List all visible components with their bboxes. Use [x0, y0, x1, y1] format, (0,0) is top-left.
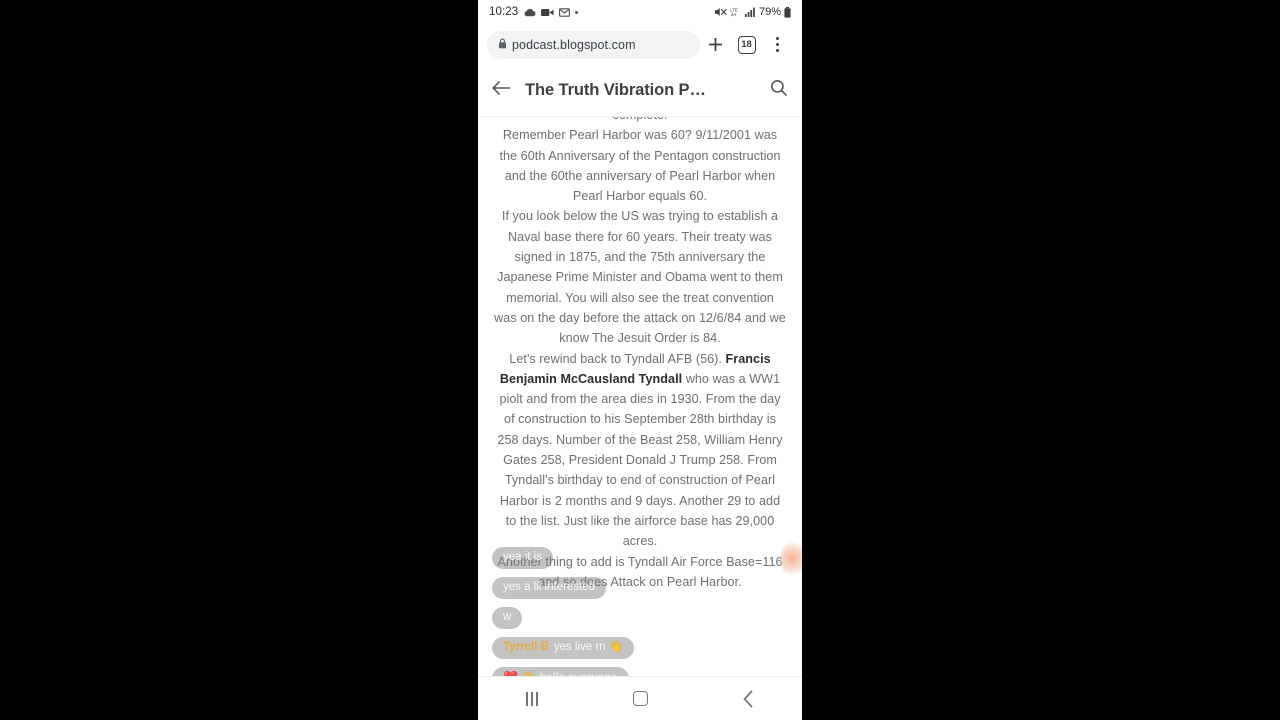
paragraph-0: complete. [494, 117, 786, 125]
search-icon[interactable] [770, 79, 788, 102]
new-tab-button[interactable] [700, 29, 731, 60]
recents-icon [525, 691, 539, 706]
home-button[interactable] [614, 677, 666, 720]
address-bar[interactable]: podcast.blogspot.com [487, 30, 700, 59]
chat-message: w [503, 611, 512, 623]
status-bar-clock: 10:23 [489, 6, 519, 18]
battery-level: 79% [758, 6, 781, 18]
phone-viewport: 10:23 LTE 4+ 79% podcast.blogspot.com 18… [478, 0, 802, 720]
browser-menu-button[interactable] [762, 29, 793, 60]
url-text: podcast.blogspot.com [512, 37, 636, 52]
recents-button[interactable] [506, 677, 558, 720]
signal-bars-icon [744, 7, 756, 17]
chat-row: Tyrrell B yes live rn 👋 [478, 637, 802, 664]
paragraph-3-lead: Let's rewind back to Tyndall AFB (56). [509, 351, 726, 366]
chat-row: w [478, 607, 802, 634]
status-bar-left: 10:23 [489, 6, 579, 18]
chat-username: Tyrrell B [503, 641, 549, 653]
page-app-bar: The Truth Vibration P… [478, 65, 802, 117]
android-navigation-bar [478, 676, 802, 720]
screenshot-frame: 10:23 LTE 4+ 79% podcast.blogspot.com 18… [0, 0, 1280, 720]
browser-toolbar: podcast.blogspot.com 18 [478, 24, 802, 65]
chat-bubble: w [492, 607, 523, 629]
chat-bubble: ❤️ 👋 hello everyone [492, 667, 629, 676]
mute-icon [714, 7, 727, 17]
web-page-content[interactable]: complete. Remember Pearl Harbor was 60? … [478, 117, 802, 676]
tab-switcher-button[interactable]: 18 [731, 29, 762, 60]
home-square-icon [632, 691, 648, 706]
tab-count-label: 18 [737, 35, 756, 54]
back-button[interactable] [722, 677, 774, 720]
paragraph-4: Another thing to add is Tyndall Air Forc… [497, 554, 783, 589]
svg-text:4+: 4+ [731, 13, 737, 17]
lock-icon [498, 36, 507, 54]
kebab-menu-icon [775, 37, 780, 52]
chat-row: ❤️ 👋 hello everyone [478, 667, 802, 676]
page-title: The Truth Vibration P… [525, 81, 706, 99]
paragraph-2: If you look below the US was trying to e… [494, 209, 786, 346]
back-chevron-icon [742, 689, 753, 708]
cloud-icon [523, 8, 536, 17]
back-arrow-icon[interactable] [492, 80, 511, 101]
dot-icon [575, 10, 579, 14]
gmail-icon [559, 7, 571, 17]
status-bar: 10:23 LTE 4+ 79% [478, 0, 802, 24]
paragraph-3: Let's rewind back to Tyndall AFB (56). F… [494, 349, 786, 552]
battery-icon [784, 6, 791, 18]
status-bar-right: LTE 4+ 79% [714, 6, 791, 18]
chat-bubble: Tyrrell B yes live rn 👋 [492, 637, 635, 659]
lte-icon: LTE 4+ [730, 7, 742, 17]
paragraph-3-rest: who was a WW1 piolt and from the area di… [497, 371, 783, 549]
floating-avatar-blob [780, 542, 802, 576]
article-body: complete. Remember Pearl Harbor was 60? … [494, 117, 786, 592]
video-camera-icon [541, 8, 554, 17]
paragraph-1: Remember Pearl Harbor was 60? 9/11/2001 … [499, 128, 781, 204]
chat-message: yes live rn 👋 [553, 641, 624, 653]
